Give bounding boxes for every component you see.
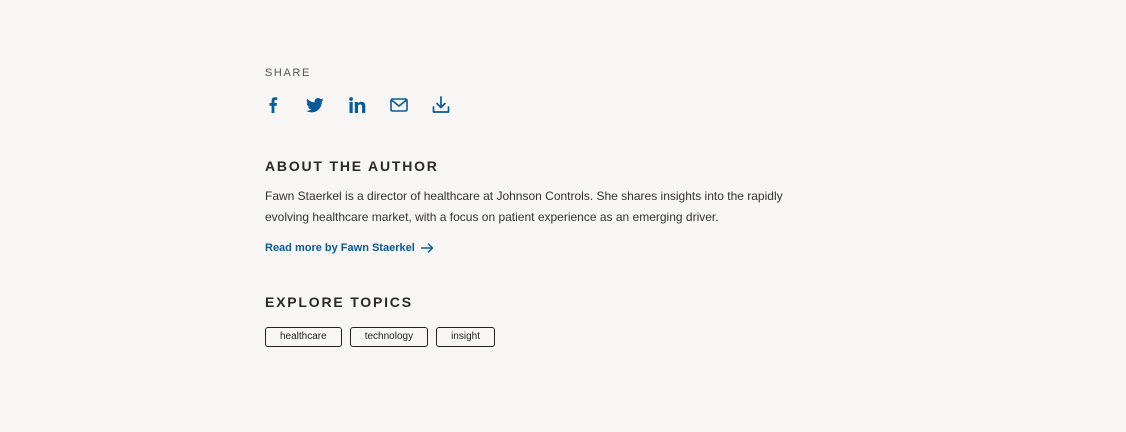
arrow-right-icon bbox=[420, 243, 434, 253]
tag-healthcare[interactable]: healthcare bbox=[265, 327, 342, 347]
tag-technology[interactable]: technology bbox=[349, 327, 429, 347]
download-icon[interactable] bbox=[431, 95, 451, 115]
twitter-icon[interactable] bbox=[305, 95, 325, 115]
share-icons bbox=[263, 95, 451, 115]
linkedin-icon[interactable] bbox=[347, 95, 367, 115]
share-label: SHARE bbox=[265, 67, 311, 79]
read-more-link[interactable]: Read more by Fawn Staerkel bbox=[265, 242, 434, 254]
email-icon[interactable] bbox=[389, 95, 409, 115]
read-more-label: Read more by Fawn Staerkel bbox=[265, 242, 415, 254]
topic-tags: healthcare technology insight bbox=[265, 327, 503, 347]
facebook-icon[interactable] bbox=[263, 95, 283, 115]
explore-topics-heading: EXPLORE TOPICS bbox=[265, 294, 413, 310]
tag-insight[interactable]: insight bbox=[436, 327, 495, 347]
author-bio: Fawn Staerkel is a director of healthcar… bbox=[265, 189, 783, 224]
about-author-heading: ABOUT THE AUTHOR bbox=[265, 158, 439, 174]
